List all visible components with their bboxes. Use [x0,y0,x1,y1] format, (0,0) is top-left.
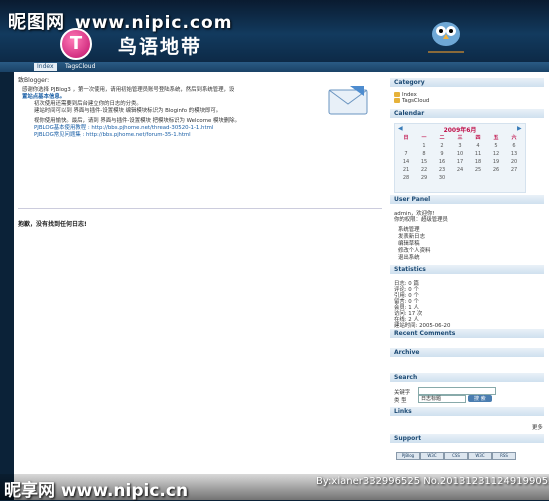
support-title: Support [390,434,544,443]
calendar-day[interactable]: 2 [433,143,451,149]
badge-w3c-rss[interactable]: W3C [468,452,492,460]
calendar-weekday: 日 [403,135,409,141]
permission-text: 你的权限：超级管理员 [394,217,448,223]
calendar-day [469,175,487,181]
calendar-month: 2009年6月 [443,127,477,134]
calendar-day[interactable]: 16 [433,159,451,165]
calendar-day[interactable]: 9 [433,151,451,157]
watermark-bottom: 昵享网 www.nipic.cn By:xianer332996525 No.2… [0,474,549,501]
recent-comments-title: Recent Comments [390,329,544,338]
calendar-day [505,175,523,181]
calendar-day[interactable]: 8 [415,151,433,157]
link-logout[interactable]: 退出系统 [398,253,420,261]
calendar-weekday: 三 [457,135,463,141]
calendar-day[interactable]: 26 [487,167,505,173]
search-keyword-label: 关键字 [394,390,411,396]
calendar-day[interactable]: 25 [469,167,487,173]
calendar-day[interactable]: 7 [397,151,415,157]
calendar-day[interactable]: 6 [505,143,523,149]
calendar-day[interactable]: 20 [505,159,523,165]
stat-since: 建站时间: 2005-06-20 [394,323,451,329]
category-title: Category [390,78,544,87]
folder-icon [394,92,400,97]
calendar-day[interactable]: 15 [415,159,433,165]
calendar-next-button[interactable]: ▶ [517,125,522,132]
watermark-bottom-right: By:xianer332996525 No.201312311249199053… [316,476,549,487]
calendar-day[interactable]: 12 [487,151,505,157]
badge-pjblog[interactable]: PJBlog [396,452,420,460]
badge-w3c-xhtml[interactable]: W3C [420,452,444,460]
watermark-bottom-left: 昵享网 www.nipic.cn [4,481,189,501]
search-type-select[interactable]: 日志标题 [418,395,466,403]
more-links[interactable]: 更多 [532,423,543,431]
calendar-day[interactable]: 24 [451,167,469,173]
intro-line-4: 建站时间可以到 界面与插件-设置模块 编辑模块标识为 Bloginfo 的模块即… [34,108,222,114]
greeting: 致Blogger: [18,77,50,84]
calendar-weekday: 六 [511,135,517,141]
calendar-day[interactable]: 13 [505,151,523,157]
search-keyword-input[interactable] [418,387,496,395]
statistics-title: Statistics [390,265,544,274]
badge-rss[interactable]: RSS [492,452,516,460]
no-logs-message: 抱歉，没有找到任何日志! [18,221,87,228]
search-type-label: 类 型 [394,398,407,404]
folder-icon [394,98,400,103]
calendar-day[interactable]: 18 [469,159,487,165]
calendar-day[interactable]: 17 [451,159,469,165]
calendar-weekday: 五 [493,135,499,141]
faq-link[interactable]: PJBLOG常见问题集 : http://bbs.pjhome.net/foru… [34,130,191,138]
links-title: Links [390,407,544,416]
tab-tagscloud[interactable]: TagsCloud [62,63,98,71]
calendar-day[interactable]: 28 [397,175,415,181]
calendar-day[interactable]: 27 [505,167,523,173]
calendar-day[interactable]: 23 [433,167,451,173]
calendar-weekday: 四 [475,135,481,141]
calendar-day [487,175,505,181]
calendar-day[interactable]: 29 [415,175,433,181]
calendar-day[interactable]: 22 [415,167,433,173]
calendar-day[interactable]: 4 [469,143,487,149]
category-item-tagscloud[interactable]: TagsCloud [394,98,429,104]
envelope-icon [328,86,368,115]
content-divider [18,208,382,209]
logo-icon[interactable]: T [60,28,92,60]
search-title: Search [390,373,544,382]
calendar-day[interactable]: 10 [451,151,469,157]
calendar-day[interactable]: 5 [487,143,505,149]
calendar-weekday: 一 [421,135,427,141]
calendar-day [451,175,469,181]
calendar-day[interactable]: 30 [433,175,451,181]
calendar-day[interactable]: 3 [451,143,469,149]
nav-bar: Index TagsCloud [0,62,549,132]
user-panel-title: User Panel [390,195,544,204]
sidebar: Category Index TagsCloud Calendar ◀ 2009… [386,72,549,500]
tab-index[interactable]: Index [34,63,57,71]
search-button[interactable]: 搜 索 [468,395,492,402]
calendar: ◀ 2009年6月 ▶ 日一二三四五六 1 2 3 4 5 6 7 8 9 10 11 12 13 14 15… [394,123,526,193]
watermark-top-url: www.nipic.com [75,13,233,33]
main-content: 致Blogger: 感谢你选择 PJBlog3 ，第一次使用，请用初始管理员账号… [14,72,386,500]
calendar-day[interactable]: 1 [415,143,433,149]
badge-css[interactable]: CSS [444,452,468,460]
calendar-title: Calendar [390,109,544,118]
archive-title: Archive [390,348,544,357]
calendar-day[interactable]: 21 [397,167,415,173]
calendar-day[interactable]: 14 [397,159,415,165]
calendar-grid: 日一二三四五六 1 2 3 4 5 6 7 8 9 10 11 12 13 14 15 16 17 18 19 20 21… [397,134,523,181]
bird-icon [428,22,464,53]
calendar-day [397,143,415,149]
calendar-day[interactable]: 19 [487,159,505,165]
site-title[interactable]: 鸟语地带 [118,32,202,59]
watermark-top-cn: 昵图网 [8,12,65,33]
watermark-top: 昵图网 www.nipic.com [8,8,232,34]
site-header: 昵图网 www.nipic.com T 鸟语地带 [0,0,549,62]
calendar-day[interactable]: 11 [469,151,487,157]
calendar-weekday: 二 [439,135,445,141]
